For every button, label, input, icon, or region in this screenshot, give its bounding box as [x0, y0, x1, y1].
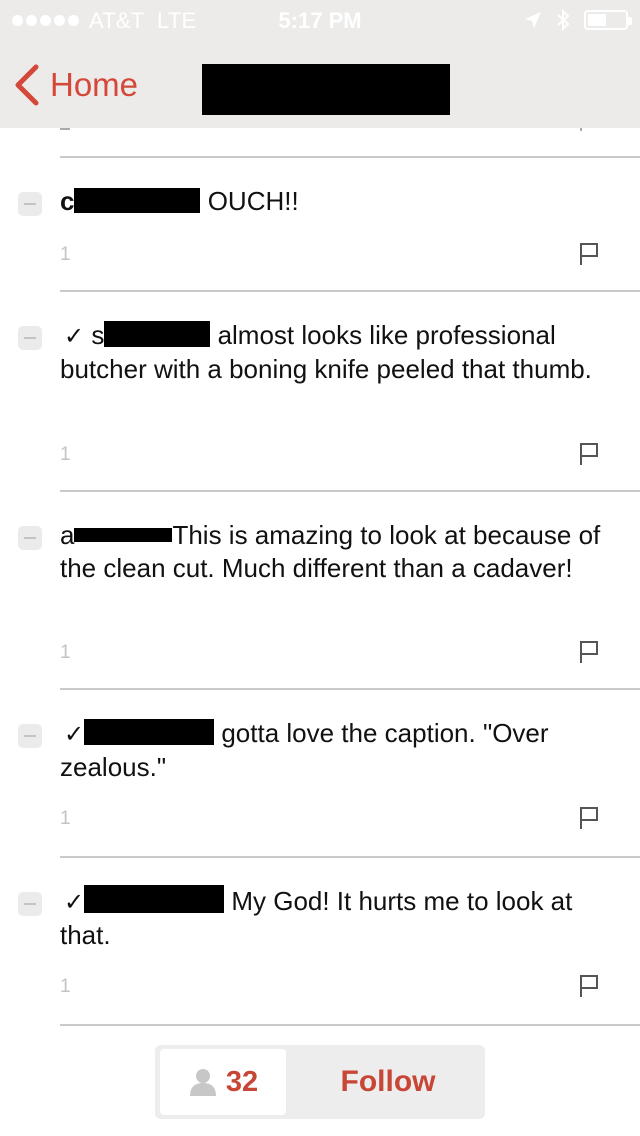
flag-icon[interactable] [578, 442, 600, 466]
comment-text: c OUCH!! [60, 185, 620, 218]
comment-item: ✓ s almost looks like professional butch… [0, 320, 640, 516]
comment-separator [60, 490, 640, 492]
reply-count: 1 [60, 444, 71, 465]
reply-count: 1 [60, 976, 71, 997]
flag-icon[interactable] [578, 640, 600, 664]
comment-item: ✓ My God! It hurts me to look at that. 1 [0, 885, 640, 1042]
bluetooth-icon [557, 9, 570, 31]
battery-icon [584, 10, 632, 30]
comment-text: ✓ My God! It hurts me to look at that. [60, 885, 620, 952]
followers-button[interactable]: 32 [160, 1049, 286, 1115]
comment-item: ✓ gotta love the caption. "Over zealous.… [0, 718, 640, 874]
follow-bar: 32 Follow [155, 1045, 485, 1119]
comment-list[interactable]: c OUCH!! 1 ✓ s almost looks like profess… [0, 128, 640, 1136]
flag-icon[interactable] [578, 242, 600, 266]
back-button[interactable]: Home [14, 60, 138, 110]
flag-icon[interactable] [578, 806, 600, 830]
person-icon [189, 1069, 216, 1096]
top-bar: AT&T LTE 5:17 PM Home [0, 0, 640, 128]
checkmark: ✓ [64, 889, 85, 916]
redacted-username [104, 321, 211, 347]
comment-text: ✓ s almost looks like professional butch… [60, 319, 620, 386]
collapse-comment-button[interactable] [18, 192, 42, 216]
comment-separator [60, 688, 640, 690]
comment-separator [60, 856, 640, 858]
commenter-initial: a [60, 520, 75, 550]
comment-separator [60, 290, 640, 292]
flag-icon[interactable] [578, 974, 600, 998]
checkmark: ✓ [64, 323, 85, 350]
reply-count: 1 [60, 244, 71, 265]
follow-button[interactable]: Follow [291, 1049, 485, 1115]
collapse-comment-button[interactable] [18, 526, 42, 550]
comment-text: a This is amazing to look at because of t… [60, 519, 620, 585]
collapse-comment-button[interactable] [18, 724, 42, 748]
previous-comment-tail [0, 128, 640, 158]
reply-count: 1 [60, 808, 71, 829]
redacted-username [74, 188, 201, 213]
redacted-username [84, 719, 215, 745]
redacted-username [84, 885, 225, 913]
reply-count: 1 [60, 642, 71, 663]
chevron-left-icon [15, 64, 39, 106]
comment-body: OUCH!! [200, 186, 299, 216]
commenter-initial: c [60, 186, 75, 216]
checkmark: ✓ [64, 721, 85, 748]
comment-separator [60, 156, 640, 158]
comment-text: ✓ gotta love the caption. "Over zealous.… [60, 717, 620, 784]
redacted-username [74, 528, 173, 542]
comment-separator [60, 1024, 640, 1026]
page-title-redacted [202, 64, 450, 115]
followers-count: 32 [225, 1065, 259, 1098]
collapse-comment-button[interactable] [18, 892, 42, 916]
collapse-comment-button[interactable] [18, 326, 42, 350]
commenter-initial: s [91, 320, 105, 350]
back-button-label: Home [50, 66, 139, 103]
location-arrow-icon [525, 12, 541, 28]
status-bar: AT&T LTE 5:17 PM [0, 0, 640, 40]
